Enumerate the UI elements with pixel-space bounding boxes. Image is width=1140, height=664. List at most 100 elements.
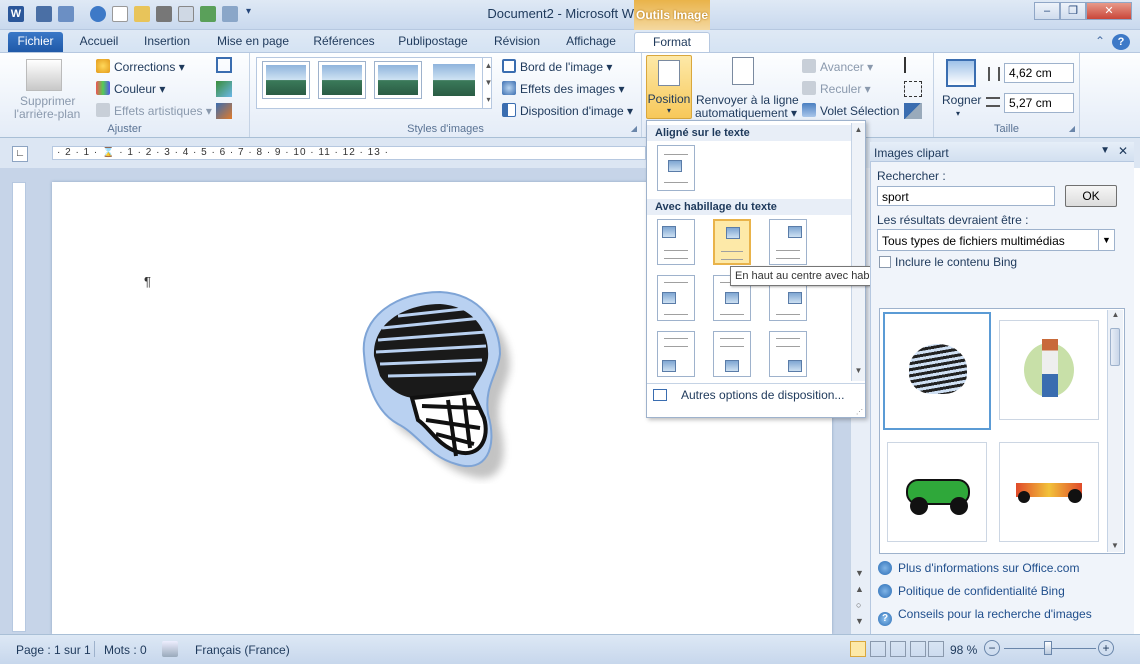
tab-references[interactable]: Références [306, 32, 382, 52]
volet-selection-button[interactable]: Volet Sélection [802, 103, 899, 118]
draft-icon[interactable] [928, 641, 944, 657]
remove-background-icon [26, 59, 62, 91]
position-bottom-left[interactable] [657, 331, 695, 377]
context-tab-group-label: Outils Image [634, 0, 710, 30]
position-top-center[interactable] [713, 219, 751, 265]
tab-revision[interactable]: Révision [486, 32, 548, 52]
chevron-down-icon[interactable]: ▼ [1098, 230, 1114, 250]
link-bing-privacy[interactable]: Politique de confidentialité Bing [878, 584, 1065, 598]
align-icon[interactable] [904, 57, 922, 73]
position-middle-left[interactable] [657, 275, 695, 321]
page-indicator[interactable]: Page : 1 sur 1 [16, 643, 91, 657]
help-icon[interactable]: ? [1112, 34, 1130, 50]
pane-close-icon[interactable]: ✕ [1118, 144, 1128, 158]
restore-button[interactable]: ❐ [1060, 2, 1086, 20]
position-bottom-right[interactable] [769, 331, 807, 377]
more-layout-options[interactable]: Autres options de disposition... [681, 388, 844, 402]
rogner-button[interactable]: Rogner [942, 93, 981, 107]
football-helmet-clipart[interactable] [352, 288, 522, 484]
rotate-icon[interactable] [904, 103, 922, 119]
position-icon [658, 60, 680, 86]
size-dialog-launcher-icon[interactable]: ◢ [1069, 124, 1075, 133]
web-layout-icon[interactable] [890, 641, 906, 657]
pane-title: Images clipart [874, 146, 949, 160]
width-field[interactable]: 5,27 cm [1004, 93, 1074, 113]
remove-background-label-2[interactable]: l'arrière-plan [14, 107, 80, 121]
position-bottom-center[interactable] [713, 331, 751, 377]
picture-style-1[interactable] [262, 61, 310, 99]
tab-publipostage[interactable]: Publipostage [390, 32, 476, 52]
media-type-select[interactable]: Tous types de fichiers multimédias ▼ [877, 229, 1115, 251]
next-page-icon[interactable]: ▼ [855, 616, 864, 626]
resize-grip-icon[interactable]: ⋰ [856, 408, 863, 416]
zoom-out-icon[interactable]: − [984, 640, 1000, 656]
tab-accueil[interactable]: Accueil [72, 32, 126, 52]
proofing-icon[interactable] [162, 641, 178, 657]
disposition-image-button[interactable]: Disposition d'image ▾ [502, 103, 633, 118]
tab-fichier[interactable]: Fichier [8, 32, 63, 52]
bord-image-button[interactable]: Bord de l'image ▾ [502, 59, 612, 74]
picture-style-2[interactable] [318, 61, 366, 99]
results-scrollbar[interactable]: ▲ ▼ [1107, 310, 1123, 552]
clipart-result-baseball[interactable] [999, 320, 1099, 420]
effets-images-button[interactable]: Effets des images ▾ [502, 81, 625, 96]
word-count[interactable]: Mots : 0 [104, 643, 147, 657]
zoom-slider-thumb[interactable] [1044, 641, 1052, 655]
clipart-result-race-car-green[interactable] [887, 442, 987, 542]
picture-style-3[interactable] [374, 61, 422, 99]
vertical-ruler[interactable] [12, 182, 26, 632]
collapse-ribbon-icon[interactable]: ⌃ [1092, 32, 1108, 52]
wrap-text-label-1[interactable]: Renvoyer à la ligne [696, 93, 799, 107]
wrap-text-label-2[interactable]: automatiquement ▾ [695, 106, 797, 120]
pane-options-icon[interactable]: ▼ [1100, 145, 1110, 156]
position-top-right[interactable] [769, 219, 807, 265]
zoom-level[interactable]: 98 % [950, 643, 977, 657]
minimize-button[interactable]: – [1034, 2, 1060, 20]
remove-background-label-1[interactable]: Supprimer [20, 94, 75, 108]
ok-button[interactable]: OK [1065, 185, 1117, 207]
tab-affichage[interactable]: Affichage [558, 32, 624, 52]
bing-checkbox[interactable] [879, 256, 891, 268]
dropdown-scrollbar[interactable]: ▲ ▼ [851, 123, 865, 381]
position-button[interactable]: Position ▾ [646, 55, 692, 119]
print-layout-icon[interactable] [850, 641, 866, 657]
search-input[interactable]: sport [877, 186, 1055, 206]
effets-artistiques-button[interactable]: Effets artistiques ▾ [96, 103, 212, 118]
gallery-scroll-icon[interactable]: ▲ ▼ ▾ [482, 57, 494, 109]
reculer-button[interactable]: Reculer ▾ [802, 81, 871, 96]
color-icon [96, 81, 110, 95]
tab-format[interactable]: Format [634, 32, 710, 52]
pane-header: Images clipart ▼ ✕ [870, 142, 1134, 162]
language[interactable]: Français (France) [195, 643, 290, 657]
ribbon: Supprimer l'arrière-plan Corrections ▾ C… [0, 52, 1140, 138]
scroll-down-icon[interactable]: ▼ [855, 568, 864, 578]
reset-picture-icon[interactable] [216, 103, 232, 119]
artistic-effects-icon [96, 103, 110, 117]
group-icon[interactable] [904, 81, 922, 97]
browse-object-icon[interactable]: ○ [856, 600, 861, 610]
tab-insertion[interactable]: Insertion [136, 32, 198, 52]
link-search-tips[interactable]: ? Conseils pour la recherche d'images [878, 607, 1092, 626]
compress-pictures-icon[interactable] [216, 57, 232, 73]
avancer-button[interactable]: Avancer ▾ [802, 59, 873, 74]
tab-selector-icon[interactable]: ∟ [12, 146, 28, 162]
full-screen-reading-icon[interactable] [870, 641, 886, 657]
link-office[interactable]: Plus d'informations sur Office.com [878, 561, 1079, 575]
clipart-result-race-car-formula[interactable] [999, 442, 1099, 542]
zoom-in-icon[interactable]: + [1098, 640, 1114, 656]
position-top-left[interactable] [657, 219, 695, 265]
close-button[interactable]: ✕ [1086, 2, 1132, 20]
position-inline[interactable] [657, 145, 695, 191]
prev-page-icon[interactable]: ▲ [855, 584, 864, 594]
scroll-thumb[interactable] [1110, 328, 1120, 366]
height-field[interactable]: 4,62 cm [1004, 63, 1074, 83]
picture-style-4[interactable] [430, 61, 478, 99]
outline-icon[interactable] [910, 641, 926, 657]
corrections-button[interactable]: Corrections ▾ [96, 59, 185, 74]
change-picture-icon[interactable] [216, 81, 232, 97]
dialog-launcher-icon[interactable]: ◢ [631, 124, 637, 133]
clipart-result-helmet[interactable] [883, 312, 991, 430]
couleur-button[interactable]: Couleur ▾ [96, 81, 165, 96]
horizontal-ruler[interactable]: · 2 · 1 · ⌛ · 1 · 2 · 3 · 4 · 5 · 6 · 7 … [52, 146, 646, 160]
tab-mise-en-page[interactable]: Mise en page [210, 32, 296, 52]
